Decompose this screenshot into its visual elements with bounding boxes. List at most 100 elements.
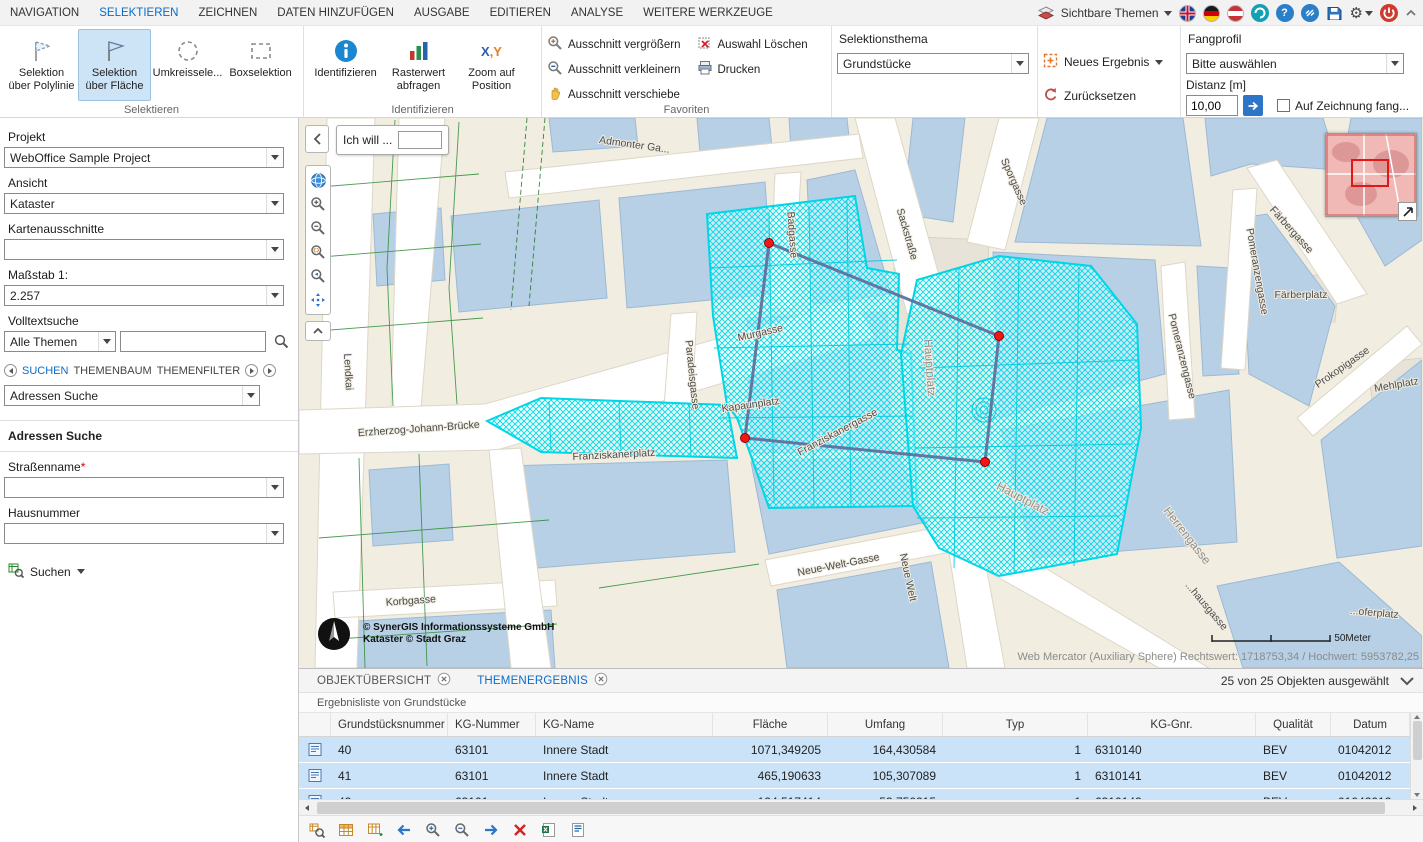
language-german-icon[interactable] bbox=[1203, 5, 1220, 22]
menu-tab-editieren[interactable]: EDITIEREN bbox=[480, 0, 561, 25]
settings-gear-icon[interactable]: ⚙ bbox=[1350, 4, 1373, 22]
horizontal-scrollbar[interactable] bbox=[299, 799, 1423, 815]
close-icon[interactable] bbox=[437, 672, 451, 689]
collapse-sidebar-button[interactable] bbox=[305, 125, 329, 153]
next-record-icon[interactable] bbox=[481, 820, 501, 840]
report-icon[interactable] bbox=[568, 820, 588, 840]
zoom-in-icon[interactable] bbox=[306, 192, 330, 216]
sidebar-tab-themenfilter[interactable]: THEMENFILTER bbox=[157, 365, 241, 377]
new-table-icon[interactable] bbox=[365, 820, 385, 840]
snap-drawing-checkbox[interactable] bbox=[1277, 99, 1290, 112]
projekt-select[interactable]: WebOffice Sample Project bbox=[4, 147, 284, 168]
raster-query-button[interactable]: Rasterwert abfragen bbox=[382, 29, 455, 101]
distanz-input[interactable] bbox=[1186, 95, 1238, 116]
row-details-icon[interactable] bbox=[299, 789, 331, 799]
table-row[interactable]: 4063101Innere Stadt1071,349205164,430584… bbox=[299, 737, 1410, 763]
menu-tab-selektieren[interactable]: SELEKTIEREN bbox=[89, 0, 188, 25]
select-circle-button[interactable]: Umkreissele... bbox=[151, 29, 224, 101]
select-area-button[interactable]: Selektion über Fläche bbox=[78, 29, 151, 101]
remove-result-icon[interactable] bbox=[510, 820, 530, 840]
previous-record-icon[interactable] bbox=[394, 820, 414, 840]
tab-objektuebersicht[interactable]: OBJEKTÜBERSICHT bbox=[317, 672, 451, 689]
menu-tab-weitere-werkzeuge[interactable]: WEITERE WERKZEUGE bbox=[633, 0, 783, 25]
fangprofil-select[interactable]: Bitte auswählen bbox=[1186, 53, 1404, 74]
toolbar-collapse-button[interactable] bbox=[305, 321, 331, 341]
volltext-input[interactable] bbox=[120, 331, 266, 352]
column-header-kg-nummer[interactable]: KG-Nummer bbox=[448, 713, 536, 736]
vertex-handle[interactable] bbox=[981, 458, 990, 467]
chevron-down-icon[interactable] bbox=[242, 386, 259, 405]
zoom-to-position-button[interactable]: X,Y Zoom auf Position bbox=[455, 29, 528, 101]
chevron-down-icon[interactable] bbox=[266, 478, 283, 497]
hscroll-thumb[interactable] bbox=[317, 802, 1385, 814]
zoom-out-extent-button[interactable]: Ausschnitt verkleinern bbox=[547, 60, 681, 79]
menu-tab-daten-hinzufuegen[interactable]: DATEN HINZUFÜGEN bbox=[267, 0, 404, 25]
chevron-down-icon[interactable] bbox=[266, 148, 283, 167]
search-type-select[interactable]: Adressen Suche bbox=[4, 385, 260, 406]
result-table-icon[interactable] bbox=[336, 820, 356, 840]
save-icon[interactable] bbox=[1326, 5, 1343, 22]
menu-tab-ausgabe[interactable]: AUSGABE bbox=[404, 0, 480, 25]
column-header-kg-gnr[interactable]: KG-Gnr. bbox=[1088, 713, 1256, 736]
zoom-window-icon[interactable] bbox=[306, 240, 330, 264]
zoom-result-icon[interactable] bbox=[452, 820, 472, 840]
zoom-out-icon[interactable] bbox=[306, 216, 330, 240]
ich-will-input[interactable] bbox=[398, 131, 442, 149]
zoom-in-extent-button[interactable]: Ausschnitt vergrößern bbox=[547, 35, 681, 54]
chevron-down-icon[interactable] bbox=[266, 194, 283, 213]
language-austrian-icon[interactable] bbox=[1227, 5, 1244, 22]
column-header-grundst-cksnummer[interactable]: Grundstücksnummer bbox=[331, 713, 448, 736]
menu-tab-zeichnen[interactable]: ZEICHNEN bbox=[188, 0, 267, 25]
sidebar-tab-suchen[interactable]: SUCHEN bbox=[22, 365, 68, 377]
vertex-handle[interactable] bbox=[741, 434, 750, 443]
table-row[interactable]: 4263101Innere Stadt124,51741453,75621516… bbox=[299, 789, 1410, 799]
hausnummer-combobox[interactable] bbox=[4, 523, 284, 544]
menu-tab-navigation[interactable]: NAVIGATION bbox=[0, 0, 89, 25]
overview-toggle-button[interactable] bbox=[1398, 202, 1417, 221]
chevron-down-icon[interactable] bbox=[1386, 54, 1403, 73]
tab-themenergebnis[interactable]: THEMENERGEBNIS bbox=[477, 672, 608, 689]
strassenname-input[interactable] bbox=[5, 479, 266, 496]
map[interactable]: Admonter Ga...SporgasseSackstraßeBadgass… bbox=[299, 118, 1423, 668]
column-header-icon[interactable] bbox=[299, 713, 331, 736]
previous-extent-icon[interactable] bbox=[306, 264, 330, 288]
logout-power-icon[interactable] bbox=[1380, 4, 1398, 22]
vertex-handle[interactable] bbox=[995, 332, 1004, 341]
table-row[interactable]: 4163101Innere Stadt465,190633105,3070891… bbox=[299, 763, 1410, 789]
pan-extent-button[interactable]: Ausschnitt verschiebe bbox=[547, 85, 681, 104]
print-button[interactable]: Drucken bbox=[697, 60, 808, 79]
strassenname-combobox[interactable] bbox=[4, 477, 284, 498]
reset-button[interactable]: Zurücksetzen bbox=[1043, 87, 1175, 105]
vertex-handle[interactable] bbox=[765, 239, 774, 248]
select-box-button[interactable]: Boxselektion bbox=[224, 29, 297, 101]
clear-selection-button[interactable]: Auswahl Löschen bbox=[697, 35, 808, 54]
scroll-down-icon[interactable] bbox=[1414, 793, 1420, 797]
column-header-fl-che[interactable]: Fläche bbox=[713, 713, 828, 736]
search-icon[interactable] bbox=[270, 334, 292, 349]
column-header-datum[interactable]: Datum bbox=[1331, 713, 1410, 736]
menu-tab-analyse[interactable]: ANALYSE bbox=[561, 0, 633, 25]
language-english-icon[interactable] bbox=[1179, 5, 1196, 22]
hausnummer-input[interactable] bbox=[5, 525, 266, 542]
selektionsthema-select[interactable]: Grundstücke bbox=[837, 53, 1029, 74]
sidebar-tab-themenbaum[interactable]: THEMENBAUM bbox=[73, 365, 151, 377]
row-details-icon[interactable] bbox=[299, 737, 331, 762]
row-details-icon[interactable] bbox=[299, 763, 331, 788]
new-result-button[interactable]: Neues Ergebnis bbox=[1043, 53, 1175, 71]
zoom-to-result-icon[interactable] bbox=[307, 820, 327, 840]
volltext-scope-select[interactable]: Alle Themen bbox=[4, 331, 116, 352]
pan-icon[interactable] bbox=[306, 288, 330, 312]
column-header-typ[interactable]: Typ bbox=[943, 713, 1088, 736]
vscroll-thumb[interactable] bbox=[1413, 721, 1422, 760]
column-header-umfang[interactable]: Umfang bbox=[828, 713, 943, 736]
chevron-down-icon[interactable] bbox=[1011, 54, 1028, 73]
full-extent-icon[interactable] bbox=[306, 168, 330, 192]
synergis-globe-icon[interactable] bbox=[1251, 4, 1269, 22]
help-icon[interactable]: ? bbox=[1276, 4, 1294, 22]
select-polyline-button[interactable]: Selektion über Polylinie bbox=[5, 29, 78, 101]
chevron-down-icon[interactable] bbox=[266, 524, 283, 543]
zoom-selected-icon[interactable] bbox=[423, 820, 443, 840]
column-header-qualit-t[interactable]: Qualität bbox=[1256, 713, 1331, 736]
vertical-scrollbar[interactable] bbox=[1410, 713, 1423, 799]
close-icon[interactable] bbox=[594, 672, 608, 689]
